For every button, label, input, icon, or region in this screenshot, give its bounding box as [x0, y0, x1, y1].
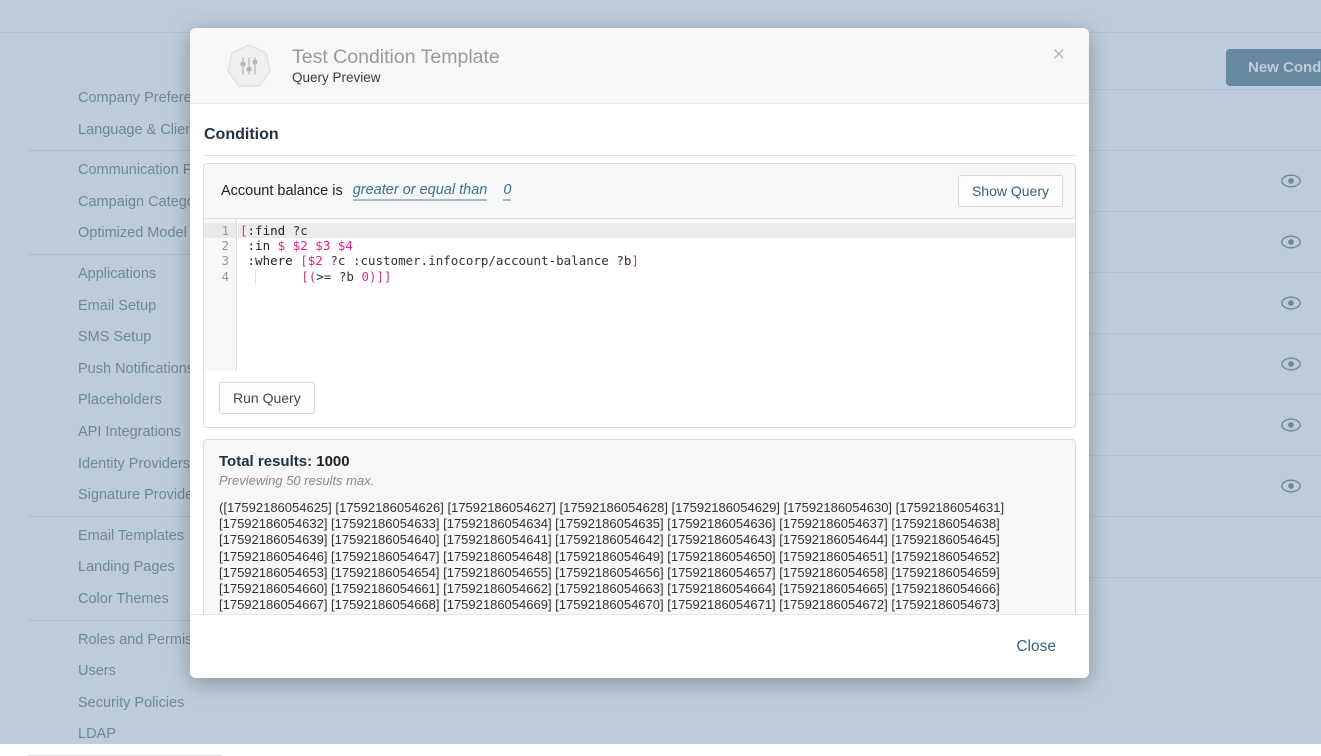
run-query-row: Run Query: [204, 371, 1075, 427]
total-results-count: 1000: [316, 453, 349, 470]
results-entity-id-list: ([17592186054625] [17592186054626] [1759…: [219, 500, 1060, 614]
total-results-label: Total results:: [219, 453, 312, 470]
code-line-3: :where [$2 ?c :customer.infocorp/account…: [238, 253, 1075, 268]
close-button[interactable]: Close: [1008, 632, 1064, 662]
modal-body: Condition Account balance is greater or …: [190, 104, 1089, 614]
results-preview-note: Previewing 50 results max.: [219, 473, 1060, 488]
modal-subtitle: Query Preview: [292, 70, 500, 85]
close-icon[interactable]: ×: [1047, 40, 1071, 69]
condition-prefix-label: Account balance is: [221, 183, 343, 199]
code-line-4: [(>= ?b 0)]]: [238, 269, 1075, 284]
line-number: 4: [204, 269, 236, 284]
code-line-1: [:find ?c: [238, 223, 1075, 238]
page-title: Condition: [203, 126, 1076, 144]
query-preview-modal: Test Condition Template Query Preview × …: [190, 28, 1089, 678]
section-divider: [203, 155, 1076, 156]
run-query-button[interactable]: Run Query: [219, 382, 315, 414]
modal-title: Test Condition Template: [292, 46, 500, 68]
condition-value-token[interactable]: 0: [503, 182, 511, 201]
editor-line-number-gutter: 1 2 3 4: [204, 219, 237, 371]
line-number: 3: [204, 253, 236, 268]
modal-title-block: Test Condition Template Query Preview: [292, 46, 500, 85]
query-code-editor[interactable]: 1 2 3 4 [:find ?c :in $ $2 $3 $4 :where …: [204, 219, 1075, 371]
condition-panel: Account balance is greater or equal than…: [203, 163, 1076, 428]
line-number: 2: [204, 238, 236, 253]
condition-operator-token[interactable]: greater or equal than: [353, 182, 488, 201]
line-number: 1: [204, 223, 236, 238]
sliders-icon: [225, 42, 273, 90]
code-line-2: :in $ $2 $3 $4: [238, 238, 1075, 253]
show-query-button[interactable]: Show Query: [958, 175, 1063, 207]
modal-header: Test Condition Template Query Preview ×: [190, 28, 1089, 104]
total-results-line: Total results: 1000: [219, 453, 1060, 470]
condition-builder-row: Account balance is greater or equal than…: [204, 164, 1075, 219]
editor-code-area[interactable]: [:find ?c :in $ $2 $3 $4 :where [$2 ?c :…: [238, 219, 1075, 371]
query-results-panel: Total results: 1000 Previewing 50 result…: [203, 439, 1076, 614]
modal-footer: Close: [190, 614, 1089, 678]
